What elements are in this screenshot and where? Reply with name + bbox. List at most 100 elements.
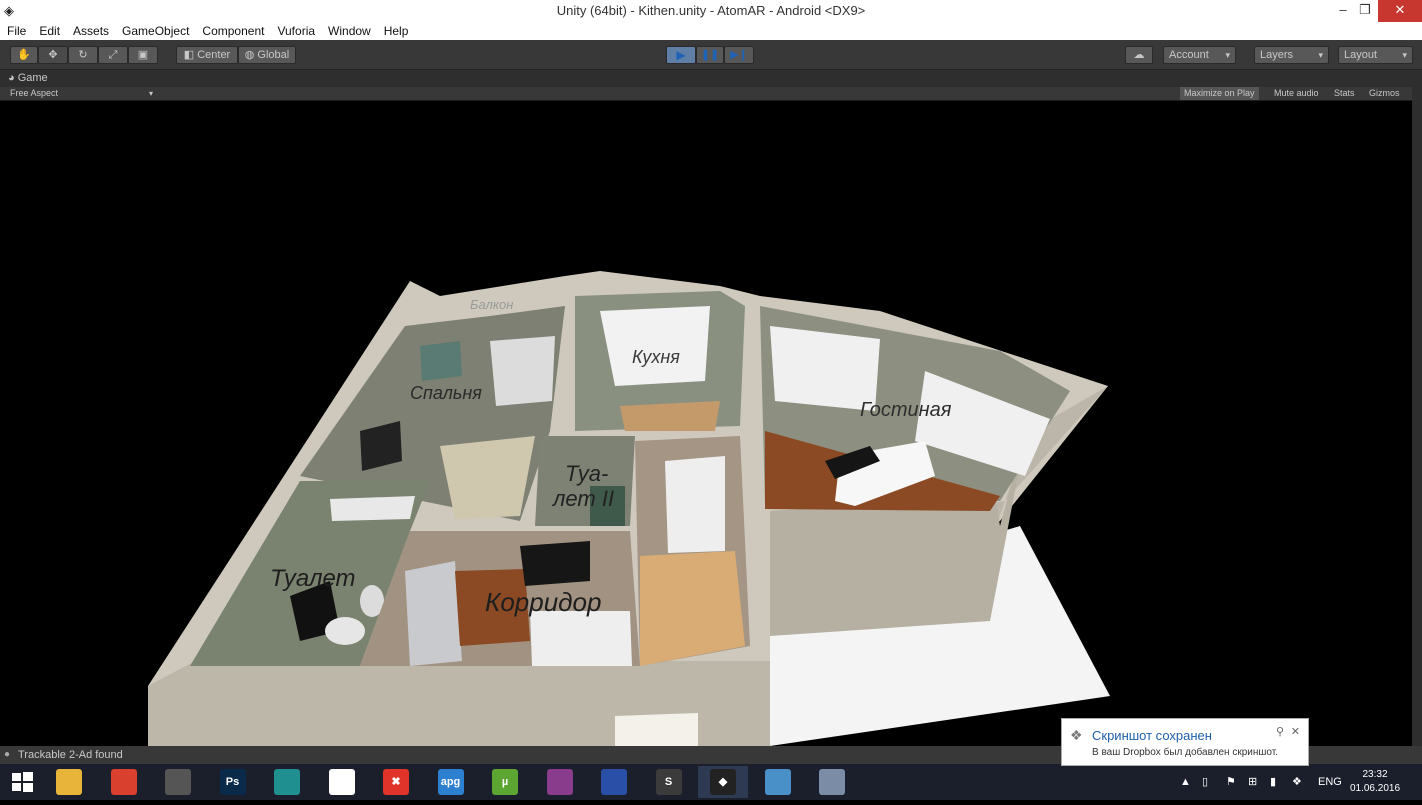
taskbar-app-apg[interactable]: apg: [426, 766, 476, 798]
front-door: [665, 456, 725, 553]
scale-tool-button[interactable]: ⤢: [98, 46, 128, 64]
pause-button[interactable]: ❚❚: [696, 46, 724, 64]
global-icon: ◍: [244, 49, 258, 61]
game-options-bar: Free Aspect Maximize on Play Mute audio …: [0, 87, 1422, 101]
language-indicator[interactable]: ENG: [1318, 764, 1342, 800]
maximize-button[interactable]: ❐: [1350, 0, 1380, 22]
apartment-3d-scene: Балкон Кухня Спальня Гостиная Туа- лет I…: [148, 271, 1110, 746]
menu-help[interactable]: Help: [377, 23, 415, 40]
tray-network-icon[interactable]: ▮: [1270, 764, 1276, 800]
toilet-sink: [325, 617, 365, 645]
rotate-tool-button[interactable]: ↻: [68, 46, 98, 64]
tray-expand-icon[interactable]: ▲: [1180, 764, 1191, 800]
step-button[interactable]: ▶❙: [724, 46, 754, 64]
taskbar-app-apps-grid[interactable]: [317, 766, 367, 798]
corridor-door-left: [405, 561, 462, 666]
label-toilet-2-line2: лет II: [551, 486, 614, 511]
tray-windows-icon[interactable]: ⊞: [1248, 764, 1257, 800]
move-icon: ✥: [48, 49, 58, 61]
bedroom-window: [490, 336, 555, 406]
winrar-icon: [546, 769, 573, 795]
rotate-icon: ↻: [78, 49, 88, 61]
taskbar-app-utorrent[interactable]: µ: [480, 766, 530, 798]
utorrent-icon: µ: [492, 769, 518, 795]
tab-game[interactable]: ◕ Game: [0, 70, 60, 87]
3dsmax-icon: [274, 769, 300, 795]
window-title: Unity (64bit) - Kithen.unity - AtomAR - …: [556, 3, 866, 18]
vertical-scrollbar[interactable]: [1412, 70, 1422, 746]
tray-flag-icon[interactable]: ⚑: [1226, 764, 1236, 800]
move-tool-button[interactable]: ✥: [38, 46, 68, 64]
maximize-on-play-toggle[interactable]: Maximize on Play: [1180, 87, 1259, 100]
tab-game-label: Game: [17, 72, 48, 84]
notification-body: В ваш Dropbox был добавлен скриншот.: [1092, 747, 1279, 758]
taskbar-app-app-dark[interactable]: [153, 766, 203, 798]
menu-component[interactable]: Component: [195, 23, 270, 40]
pin-icon[interactable]: ⚲: [1276, 725, 1284, 738]
menu-edit[interactable]: Edit: [32, 23, 66, 40]
taskbar-app-network-app[interactable]: [807, 766, 857, 798]
status-message[interactable]: Trackable 2-Ad found: [18, 749, 123, 761]
taskbar-app-file-explorer[interactable]: [44, 766, 94, 798]
taskbar-app-photoshop[interactable]: Ps: [208, 766, 258, 798]
taskbar-app-sublime[interactable]: S: [644, 766, 694, 798]
gizmos-dropdown[interactable]: Gizmos: [1365, 87, 1404, 100]
tray-dropbox-icon[interactable]: ❖: [1292, 764, 1302, 800]
menu-vuforia[interactable]: Vuforia: [270, 23, 321, 40]
notification-close-button[interactable]: ✕: [1291, 725, 1300, 738]
pivot-icon: ◧: [183, 49, 198, 61]
pivot-center-toggle[interactable]: ◧ Center: [176, 46, 238, 64]
rect-icon: ▣: [137, 49, 149, 61]
taskbar-app-xmind[interactable]: ✖: [371, 766, 421, 798]
label-corridor: Корридор: [485, 587, 601, 617]
title-bar: ◈ Unity (64bit) - Kithen.unity - AtomAR …: [0, 0, 1422, 22]
menu-file[interactable]: File: [0, 23, 32, 40]
game-viewport[interactable]: Балкон Кухня Спальня Гостиная Туа- лет I…: [0, 101, 1412, 746]
mute-audio-toggle[interactable]: Mute audio: [1270, 87, 1323, 100]
dropbox-notification[interactable]: ❖ Скриншот сохранен В ваш Dropbox был до…: [1061, 718, 1309, 766]
taskbar-app-winrar[interactable]: [535, 766, 585, 798]
sublime-icon: S: [655, 769, 682, 795]
taskbar-app-image-viewer[interactable]: [753, 766, 803, 798]
menu-window[interactable]: Window: [321, 23, 377, 40]
bedroom-bed: [440, 436, 535, 519]
hand-icon: ✋: [17, 49, 31, 61]
close-button[interactable]: ✕: [1378, 0, 1422, 22]
rect-tool-button[interactable]: ▣: [128, 46, 158, 64]
apg-icon: apg: [437, 769, 464, 795]
pivot-label: Center: [197, 49, 231, 61]
taskbar-app-chrome[interactable]: [99, 766, 149, 798]
label-toilet-2-line1: Туа-: [565, 461, 608, 486]
layout-dropdown[interactable]: Layout: [1338, 46, 1413, 64]
taskbar-app-save-disk[interactable]: [589, 766, 639, 798]
play-icon: ▶: [676, 48, 686, 62]
unity-icon: ◆: [710, 769, 736, 795]
cloud-button[interactable]: ☁: [1125, 46, 1153, 64]
game-tab-icon: ◕: [8, 72, 18, 84]
corridor-floor: [640, 551, 745, 666]
menu-gameobject[interactable]: GameObject: [115, 23, 195, 40]
tray-clock[interactable]: 23:32 01.06.2016: [1342, 768, 1408, 796]
account-dropdown[interactable]: Account: [1163, 46, 1236, 64]
start-button[interactable]: [0, 764, 44, 800]
entrance-door-outside: [615, 713, 698, 746]
play-button[interactable]: ▶: [666, 46, 696, 64]
app-dark-icon: [165, 769, 191, 795]
space-global-toggle[interactable]: ◍ Global: [238, 46, 296, 64]
hand-tool-button[interactable]: ✋: [10, 46, 38, 64]
xmind-icon: ✖: [383, 769, 409, 795]
taskbar-app-unity[interactable]: ◆: [698, 766, 748, 798]
dropbox-icon: ❖: [1070, 727, 1083, 743]
kitchen-floor: [620, 401, 720, 431]
label-balcony: Балкон: [470, 297, 513, 312]
stats-toggle[interactable]: Stats: [1330, 87, 1359, 100]
bedroom-picture: [420, 341, 462, 381]
tray-device-icon[interactable]: ▯: [1202, 764, 1208, 800]
taskbar-app-3dsmax[interactable]: [262, 766, 312, 798]
label-toilet: Туалет: [270, 565, 356, 592]
menu-assets[interactable]: Assets: [66, 23, 115, 40]
layers-dropdown[interactable]: Layers: [1254, 46, 1329, 64]
aspect-dropdown[interactable]: Free Aspect: [10, 87, 153, 100]
apps-grid-icon: [328, 769, 355, 795]
cloud-icon: ☁: [1133, 49, 1145, 61]
